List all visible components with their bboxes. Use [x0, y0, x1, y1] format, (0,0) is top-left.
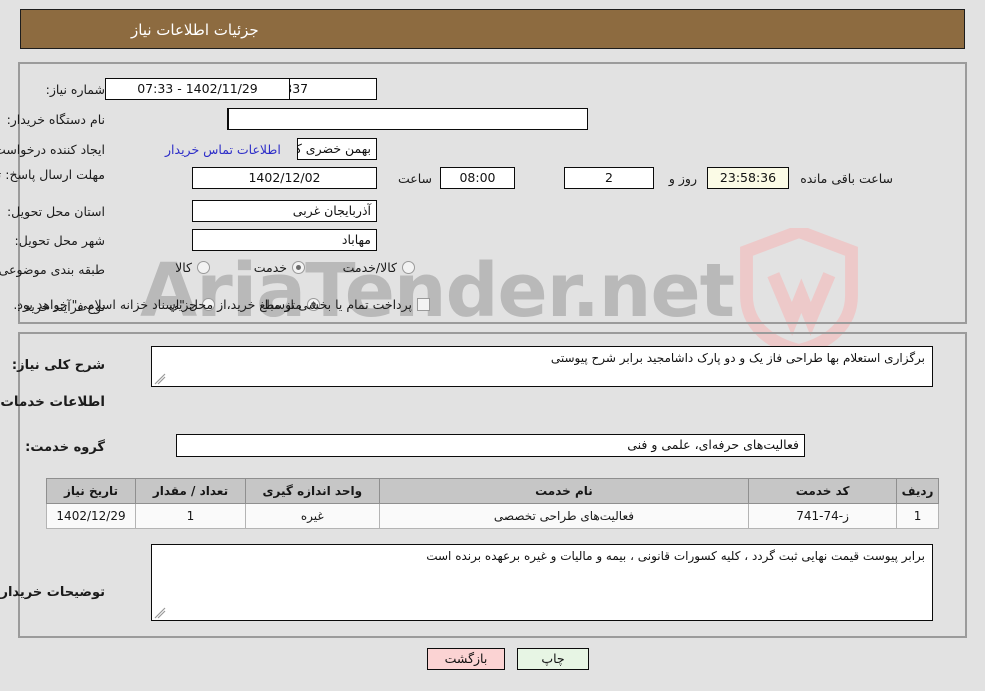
checkbox-islamic-treasury-docs[interactable]: پرداخت تمام یا بخشی از مبلغ خرید،از محل … — [13, 297, 430, 312]
th-unit: واحد اندازه گیری — [244, 478, 380, 504]
radio-indicator — [402, 261, 415, 274]
radio-indicator — [197, 261, 210, 274]
countdown-timer: 23:58:36 — [707, 167, 789, 189]
resize-grip-icon[interactable] — [154, 373, 166, 385]
request-creator-value: بهمن خضری کاربرداز شهرداری مهاباد استان … — [297, 138, 377, 160]
buyer-contact-link[interactable]: اطلاعات تماس خریدار — [165, 142, 281, 157]
delivery-city-value: مهاباد — [192, 229, 377, 251]
public-announcement-value: 07:33 - 1402/11/29 — [105, 78, 290, 100]
response-deadline-time-label: ساعت — [397, 171, 432, 186]
response-deadline-label: مهلت ارسال پاسخ: تا تاریخ: — [0, 167, 105, 182]
remaining-hours-suffix: ساعت باقی مانده — [800, 171, 893, 186]
radio-indicator — [292, 261, 305, 274]
table-row: 1 ز-74-741 فعالیت‌های طراحی تخصصی غیره 1… — [45, 503, 939, 529]
cell-service-code: ز-74-741 — [748, 503, 898, 529]
cell-service-name: فعالیت‌های طراحی تخصصی — [378, 503, 750, 529]
page-title-bar: جزئیات اطلاعات نیاز — [20, 9, 965, 49]
radio-subject-khedmat[interactable]: خدمت — [254, 260, 305, 275]
buyer-notes-value[interactable]: برابر پیوست قیمت نهایی ثبت گردد ، کلیه ک… — [151, 544, 933, 621]
cell-unit: غیره — [244, 503, 380, 529]
buyer-notes-label: توضیحات خریدار: — [0, 585, 105, 600]
auxiliary-empty-field[interactable] — [228, 108, 588, 130]
remaining-days-suffix: روز و — [668, 171, 697, 186]
need-number-label: شماره نیاز: — [45, 82, 105, 97]
delivery-province-value: آذربایجان غربی — [192, 200, 377, 222]
general-description-text: برگزاری استعلام بها طراحی فاز یک و دو پا… — [550, 351, 925, 365]
th-service-code: کد خدمت — [748, 478, 898, 504]
radio-subject-kala-khedmat[interactable]: کالا/خدمت — [343, 260, 415, 275]
remaining-days-value: 2 — [564, 167, 654, 189]
delivery-province-label: استان محل تحویل: — [6, 204, 105, 219]
service-group-label: گروه خدمت: — [25, 440, 105, 455]
print-button[interactable]: چاپ — [517, 648, 589, 670]
th-row-no: ردیف — [896, 478, 939, 504]
need-info-panel — [18, 62, 967, 324]
services-table: ردیف کد خدمت نام خدمت واحد اندازه گیری ت… — [45, 478, 939, 529]
back-button[interactable]: بازگشت — [427, 648, 505, 670]
general-description-value[interactable]: برگزاری استعلام بها طراحی فاز یک و دو پا… — [151, 346, 933, 387]
buyer-org-label: نام دستگاه خریدار: — [6, 112, 105, 127]
radio-label: کالا/خدمت — [342, 260, 397, 275]
radio-label: خدمت — [253, 260, 287, 275]
subject-category-label: طبقه بندی موضوعی: — [0, 262, 105, 277]
service-group-value: فعالیت‌های حرفه‌ای، علمی و فنی — [176, 434, 805, 457]
cell-quantity: 1 — [135, 503, 246, 529]
response-deadline-date: 1402/12/02 — [192, 167, 377, 189]
th-quantity: تعداد / مقدار — [135, 478, 246, 504]
th-need-date: تاریخ نیاز — [45, 478, 137, 504]
cell-need-date: 1402/12/29 — [45, 503, 137, 529]
th-service-name: نام خدمت — [378, 478, 750, 504]
buyer-notes-text: برابر پیوست قیمت نهایی ثبت گردد ، کلیه ک… — [426, 549, 925, 563]
cell-row-no: 1 — [896, 503, 939, 529]
request-creator-label: ایجاد کننده درخواست: — [0, 142, 105, 157]
checkbox-label: پرداخت تمام یا بخشی از مبلغ خرید،از محل … — [13, 297, 412, 312]
services-heading: اطلاعات خدمات مورد نیاز — [0, 394, 105, 410]
response-deadline-time: 08:00 — [440, 167, 515, 189]
general-description-label: شرح کلی نیاز: — [11, 358, 105, 373]
table-header-row: ردیف کد خدمت نام خدمت واحد اندازه گیری ت… — [45, 478, 939, 504]
checkbox-indicator — [417, 298, 430, 311]
page-title: جزئیات اطلاعات نیاز — [131, 21, 259, 39]
resize-grip-icon[interactable] — [154, 607, 166, 619]
delivery-city-label: شهر محل تحویل: — [14, 233, 105, 248]
radio-subject-kala[interactable]: کالا — [175, 260, 210, 275]
page-root: AriaTender.net جزئیات اطلاعات نیاز شماره… — [0, 0, 985, 691]
radio-label: کالا — [175, 260, 192, 275]
